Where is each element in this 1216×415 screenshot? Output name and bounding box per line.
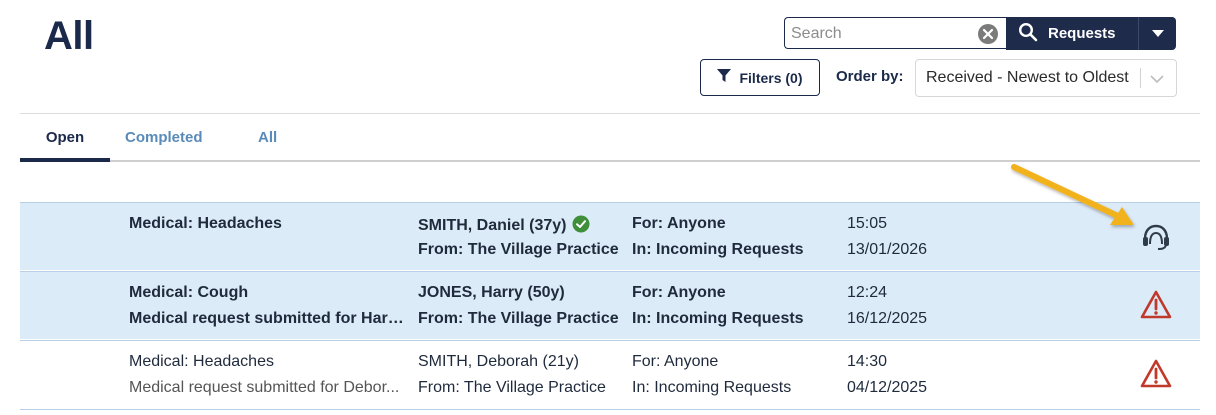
order-by-select[interactable]: Received - Newest to Oldest (915, 59, 1177, 97)
patient-name: JONES, Harry (50y) (418, 284, 565, 301)
received-time: 14:30 (847, 353, 888, 370)
inbox-location: In: Incoming Requests (632, 310, 804, 327)
filters-button[interactable]: Filters (0) (700, 59, 820, 96)
warning-icon (1140, 359, 1172, 394)
clear-icon[interactable] (978, 24, 998, 44)
from-practice: From: The Village Practice (418, 310, 619, 327)
header-divider (20, 113, 1200, 114)
filters-label: Filters (0) (739, 69, 803, 86)
inbox-location: In: Incoming Requests (632, 241, 804, 258)
order-by-label: Order by: (836, 68, 904, 85)
received-date: 13/01/2026 (847, 241, 928, 258)
received-time: 12:24 (847, 284, 888, 301)
from-practice: From: The Village Practice (418, 241, 619, 258)
tab-completed[interactable]: Completed (125, 129, 203, 146)
order-by-divider (1140, 68, 1141, 88)
patient-name: SMITH, Deborah (21y) (418, 353, 579, 370)
inbox-location: In: Incoming Requests (632, 379, 792, 396)
request-summary: Medical request submitted for Harry... (129, 310, 409, 327)
tab-open[interactable]: Open (20, 129, 110, 146)
list-item[interactable]: Medical: Cough Medical request submitted… (20, 271, 1200, 339)
request-title: Medical: Headaches (129, 215, 282, 232)
search-input[interactable] (789, 20, 973, 48)
request-title: Medical: Cough (129, 284, 249, 301)
from-practice: From: The Village Practice (418, 379, 606, 396)
tab-all[interactable]: All (258, 129, 277, 146)
search-scope-dropdown[interactable] (1138, 17, 1176, 50)
order-by-value: Received - Newest to Oldest (926, 69, 1129, 86)
search-icon (1018, 22, 1038, 46)
patient-name-text: SMITH, Daniel (37y) (418, 217, 567, 234)
filter-icon (717, 69, 732, 86)
verified-check-icon (572, 215, 590, 238)
chevron-down-icon (1150, 71, 1164, 89)
patient-name: SMITH, Daniel (37y) (418, 215, 590, 238)
received-date: 16/12/2025 (847, 310, 928, 327)
search-button[interactable]: Requests (1006, 17, 1138, 50)
search-box[interactable] (784, 17, 1006, 49)
assigned-for: For: Anyone (632, 353, 719, 370)
search-button-label: Requests (1048, 25, 1116, 42)
received-time: 15:05 (847, 215, 888, 232)
assigned-for: For: Anyone (632, 215, 726, 232)
annotation-arrow-icon (1000, 155, 1150, 240)
received-date: 04/12/2025 (847, 379, 928, 396)
chevron-down-icon (1151, 25, 1164, 43)
request-summary: Medical request submitted for Debor... (129, 379, 400, 396)
active-tab-indicator (20, 158, 110, 162)
list-item[interactable]: Medical: Headaches Medical request submi… (20, 340, 1200, 410)
page-title: All (44, 14, 94, 58)
assigned-for: For: Anyone (632, 284, 726, 301)
request-title: Medical: Headaches (129, 353, 274, 370)
warning-icon (1140, 290, 1172, 325)
